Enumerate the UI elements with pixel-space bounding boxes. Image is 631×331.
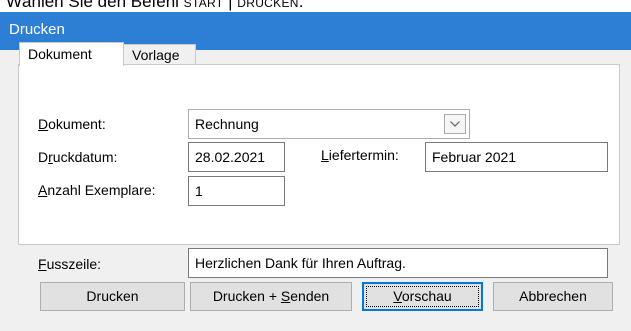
instruction-command-start: START <box>183 0 224 10</box>
instruction-command-action: DRUCKEN <box>237 0 299 10</box>
tab-vorlage[interactable]: Vorlage <box>124 44 196 65</box>
focus-rectangle <box>366 286 479 307</box>
instruction-suffix: . <box>298 0 304 11</box>
liefertermin-label: Liefertermin: <box>321 147 399 163</box>
drucken-senden-button[interactable]: Drucken + Senden <box>190 282 352 311</box>
tab-dokument[interactable]: Dokument <box>19 42 124 66</box>
fusszeile-label: Fusszeile: <box>38 256 102 272</box>
instruction-separator: | <box>223 0 238 11</box>
instruction-prefix: Wählen Sie den Befehl <box>6 0 184 11</box>
window-title: Drucken <box>9 21 65 38</box>
anzahl-exemplare-label: Anzahl Exemplare: <box>38 182 156 198</box>
liefertermin-input[interactable]: Februar 2021 <box>425 142 608 172</box>
chevron-down-icon[interactable] <box>444 114 466 134</box>
druckdatum-label: Druckdatum: <box>38 149 118 165</box>
druckdatum-input[interactable]: 28.02.2021 <box>188 142 285 172</box>
dokument-select[interactable]: Rechnung <box>188 109 470 139</box>
vorschau-button[interactable]: Vorschau <box>362 282 483 311</box>
fusszeile-input[interactable]: Herzlichen Dank für Ihren Auftrag. <box>188 248 608 278</box>
abbrechen-button[interactable]: Abbrechen <box>493 282 613 311</box>
drucken-button[interactable]: Drucken <box>40 282 185 311</box>
dokument-select-value: Rechnung <box>195 116 259 132</box>
dokument-label: Dokument: <box>38 116 106 132</box>
anzahl-exemplare-input[interactable]: 1 <box>188 176 285 206</box>
print-dialog: Drucken Dokument Vorlage Dokument: Rechn… <box>0 12 631 331</box>
